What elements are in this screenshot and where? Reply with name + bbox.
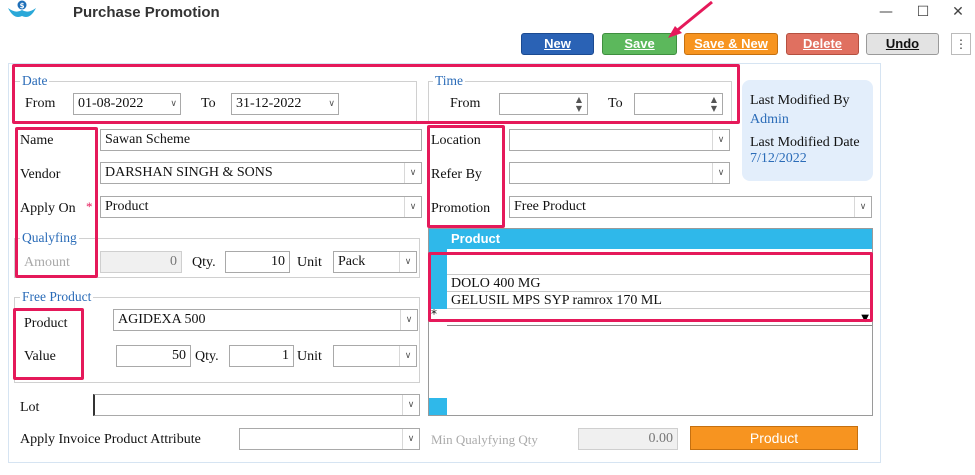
promotion-label: Promotion	[431, 201, 491, 216]
amount-input: 0	[100, 251, 182, 273]
chevron-down-icon: ∨	[404, 163, 421, 183]
time-from-label: From	[450, 96, 481, 111]
value-label: Value	[24, 349, 56, 364]
qty-input[interactable]: 10	[225, 251, 290, 273]
location-label: Location	[431, 133, 481, 148]
date-from-value: 01-08-2022	[78, 96, 144, 111]
time-to-label: To	[608, 96, 623, 111]
chevron-down-icon: ∨	[402, 429, 419, 449]
name-input[interactable]: Sawan Scheme	[100, 129, 422, 151]
chevron-down-icon: ∨	[328, 99, 335, 109]
product-button[interactable]: Product	[690, 426, 858, 450]
minimize-icon[interactable]: —	[875, 2, 897, 22]
chevron-down-icon: ∨	[170, 99, 177, 109]
time-from-input[interactable]: ▲ ▼	[499, 93, 588, 115]
grid-new-row[interactable]: ▼	[447, 309, 872, 326]
qualifying-legend: Qualyfing	[20, 230, 79, 246]
free-unit-select[interactable]: ∨	[333, 345, 417, 367]
annotation-arrow-icon	[668, 0, 713, 38]
dropdown-arrow-icon[interactable]: ▼	[861, 309, 869, 329]
refer-by-select[interactable]: ∨	[509, 162, 730, 184]
spinner-icon[interactable]: ▲ ▼	[573, 95, 585, 113]
grid-row-header[interactable]	[429, 267, 447, 275]
min-qualifying-qty-label: Min Qualyfying Qty	[431, 432, 538, 447]
grid-header-product[interactable]: Product	[429, 229, 872, 249]
date-to-picker[interactable]: 31-12-2022 ∨	[231, 93, 339, 115]
chevron-down-icon: ∨	[712, 130, 729, 150]
date-legend: Date	[20, 73, 50, 89]
close-icon[interactable]: ✕	[947, 2, 969, 22]
maximize-icon[interactable]: ☐	[912, 2, 934, 22]
unit-value: Pack	[338, 254, 366, 269]
date-from-label: From	[25, 96, 56, 111]
app-logo-icon: $	[4, 0, 40, 22]
modified-date-label: Last Modified Date	[750, 135, 860, 150]
date-to-label: To	[201, 96, 216, 111]
vendor-select[interactable]: DARSHAN SINGH & SONS ∨	[100, 162, 422, 184]
free-unit-label: Unit	[297, 349, 322, 364]
free-product-legend: Free Product	[20, 289, 94, 305]
new-row-marker: *	[431, 307, 437, 321]
date-from-picker[interactable]: 01-08-2022 ∨	[73, 93, 181, 115]
chevron-down-icon: ∨	[404, 197, 421, 217]
qty-label: Qty.	[192, 255, 216, 270]
required-marker: *	[86, 199, 93, 214]
grid-row[interactable]: GELUSIL MPS SYP ramrox 170 ML	[447, 292, 872, 309]
apply-on-select[interactable]: Product ∨	[100, 196, 422, 218]
apply-invoice-attribute-select[interactable]: ∨	[239, 428, 420, 450]
name-label: Name	[20, 133, 54, 148]
time-legend: Time	[433, 73, 466, 89]
value-input[interactable]: 50	[116, 345, 191, 367]
amount-label: Amount	[24, 255, 70, 270]
chevron-down-icon: ∨	[854, 197, 871, 217]
apply-on-value: Product	[105, 199, 149, 214]
modified-by-value: Admin	[750, 112, 789, 127]
svg-text:$: $	[20, 2, 25, 10]
grid-row-header[interactable]	[429, 249, 447, 267]
unit-label: Unit	[297, 255, 322, 270]
modified-by-label: Last Modified By	[750, 93, 850, 108]
free-product-select[interactable]: AGIDEXA 500 ∨	[113, 309, 418, 331]
refer-by-label: Refer By	[431, 167, 482, 182]
grid-row[interactable]	[447, 249, 872, 275]
date-to-value: 31-12-2022	[236, 96, 302, 111]
apply-invoice-attribute-label: Apply Invoice Product Attribute	[20, 432, 201, 447]
spinner-icon[interactable]: ▲ ▼	[708, 95, 720, 113]
lot-label: Lot	[20, 400, 40, 415]
chevron-down-icon: ∨	[402, 395, 419, 415]
min-qualifying-qty-input: 0.00	[578, 428, 678, 450]
product-grid[interactable]: Product DOLO 400 MG GELUSIL MPS SYP ramr…	[428, 228, 873, 416]
time-to-input[interactable]: ▲ ▼	[634, 93, 723, 115]
chevron-down-icon: ∨	[399, 346, 416, 366]
chevron-down-icon: ∨	[399, 252, 416, 272]
vendor-label: Vendor	[20, 167, 61, 182]
modified-date-value: 7/12/2022	[750, 151, 807, 166]
free-qty-input[interactable]: 1	[229, 345, 294, 367]
free-product-label: Product	[24, 316, 68, 331]
apply-on-label: Apply On	[20, 201, 76, 216]
delete-button[interactable]: Delete	[786, 33, 859, 55]
new-button[interactable]: New	[521, 33, 594, 55]
chevron-down-icon: ∨	[712, 163, 729, 183]
window-title: Purchase Promotion	[73, 4, 220, 21]
unit-select[interactable]: Pack ∨	[333, 251, 417, 273]
vendor-value: DARSHAN SINGH & SONS	[105, 165, 273, 180]
location-select[interactable]: ∨	[509, 129, 730, 151]
grid-row-header[interactable]	[429, 275, 447, 292]
more-options-icon[interactable]: ⋮	[951, 33, 971, 55]
undo-button[interactable]: Undo	[866, 33, 939, 55]
free-product-value: AGIDEXA 500	[118, 312, 206, 327]
promotion-value: Free Product	[514, 199, 586, 214]
grid-row[interactable]: DOLO 400 MG	[447, 275, 872, 292]
free-qty-label: Qty.	[195, 349, 219, 364]
chevron-down-icon: ∨	[400, 310, 417, 330]
lot-select[interactable]: ∨	[93, 394, 420, 416]
grid-row-header[interactable]	[429, 398, 447, 415]
promotion-select[interactable]: Free Product ∨	[509, 196, 872, 218]
